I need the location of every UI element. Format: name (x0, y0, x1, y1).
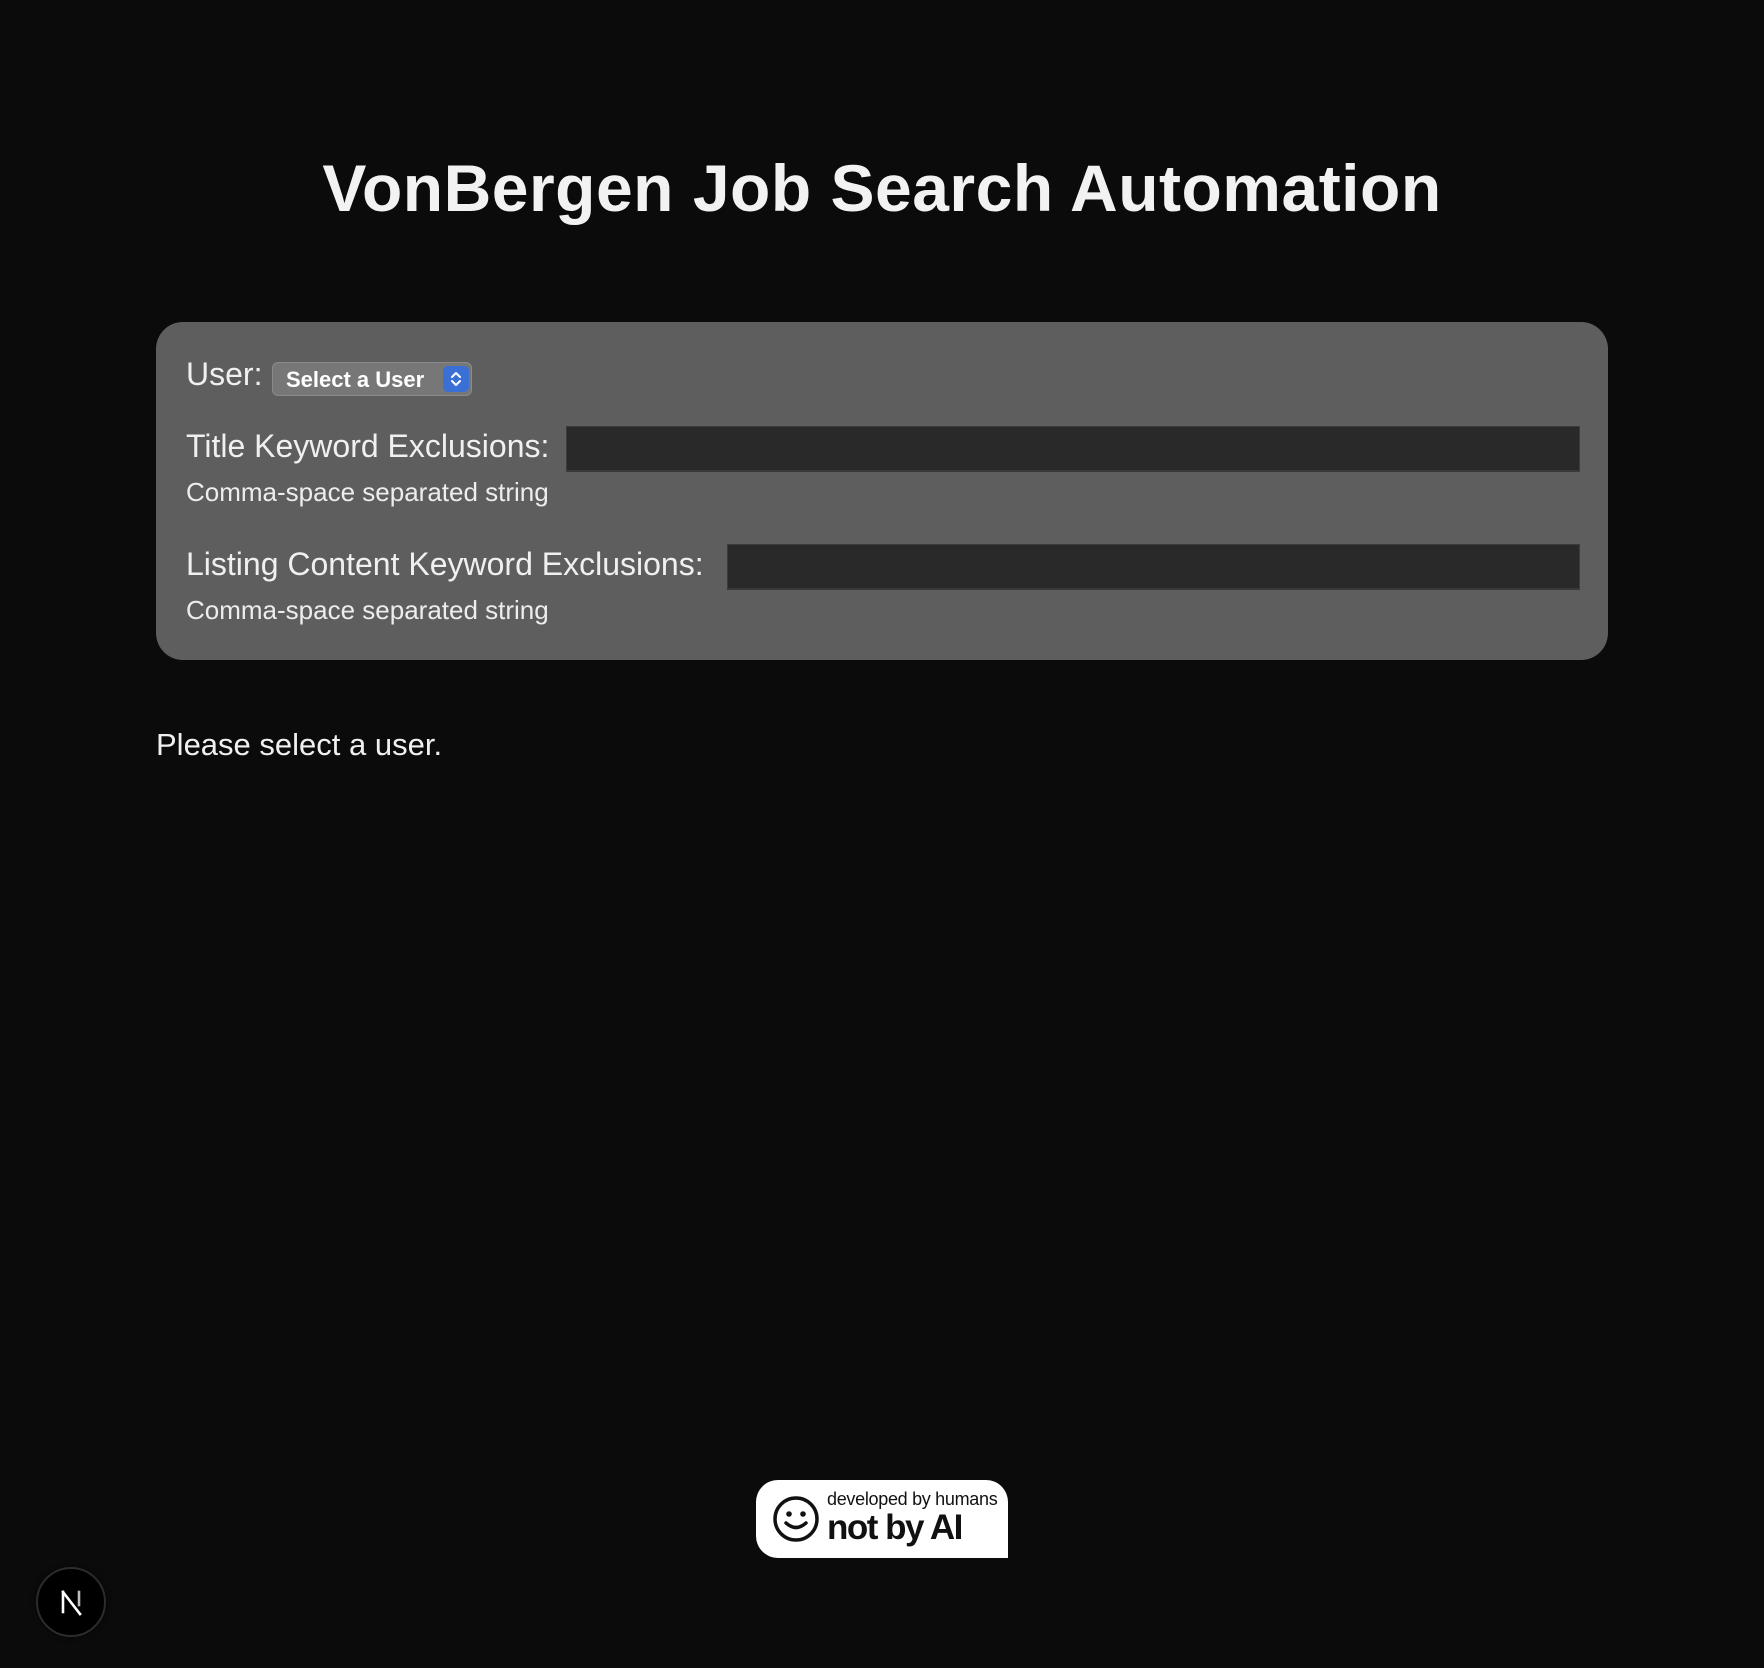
badge-big-text: not by AI (827, 1508, 963, 1547)
title-exclusions-input[interactable] (566, 426, 1580, 472)
not-by-ai-badge[interactable]: developed by humans not by AI (756, 1480, 1008, 1558)
content-exclusions-hint: Comma-space separated string (186, 595, 549, 625)
user-select-value: Select a User (286, 367, 425, 392)
content-exclusions-label: Listing Content Keyword Exclusions: (186, 546, 704, 582)
settings-panel: User: Select a User Title Keyword Exclus… (156, 322, 1608, 660)
user-select[interactable]: Select a User (272, 362, 472, 396)
select-chevron-icon (443, 366, 469, 392)
smiley-face-icon (772, 1495, 820, 1543)
title-exclusions-label: Title Keyword Exclusions: (186, 428, 550, 464)
user-label: User: (186, 356, 263, 392)
content-exclusions-input[interactable] (727, 544, 1580, 590)
nextjs-dev-indicator[interactable] (36, 1567, 106, 1637)
title-exclusions-hint: Comma-space separated string (186, 477, 549, 507)
badge-small-text: developed by humans (827, 1489, 998, 1509)
page-title: VonBergen Job Search Automation (322, 151, 1442, 225)
status-message: Please select a user. (156, 727, 443, 762)
